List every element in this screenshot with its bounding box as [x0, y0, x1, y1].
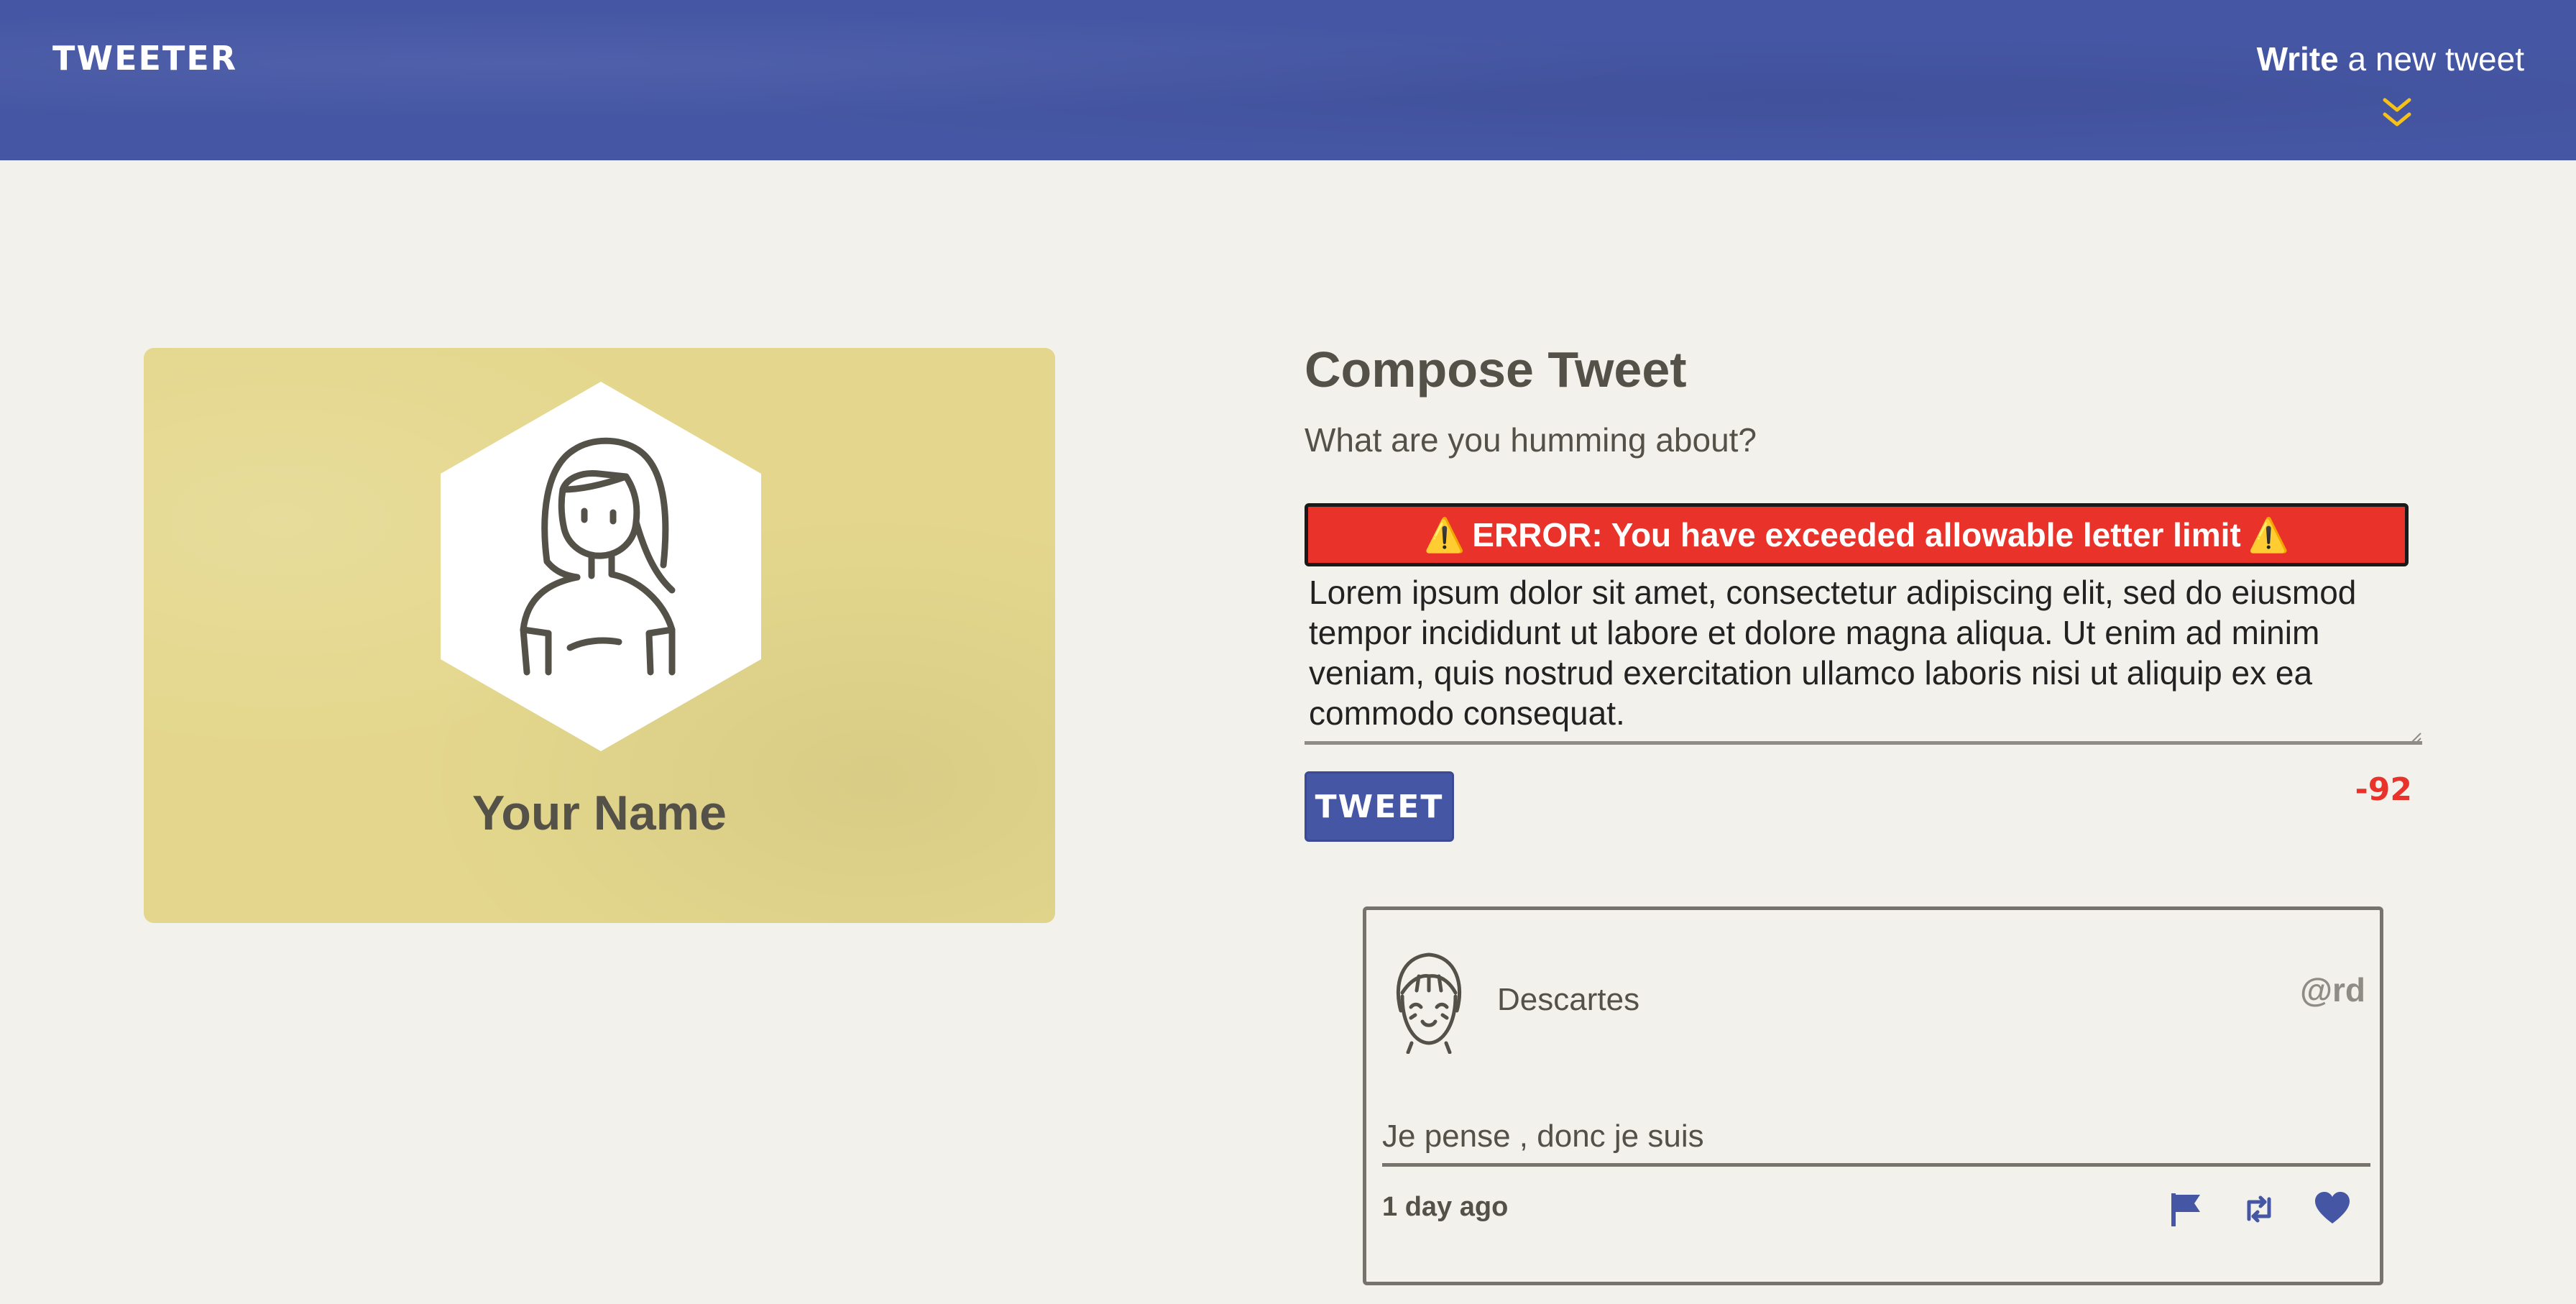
profile-card: Your Name [144, 348, 1055, 923]
compose-title: Compose Tweet [1305, 341, 1687, 398]
tweet-author-name: Descartes [1497, 982, 1640, 1017]
retweet-icon[interactable] [2240, 1190, 2278, 1228]
tweet-content: Je pense , donc je suis [1382, 1119, 2370, 1167]
write-rest-label: a new tweet [2347, 40, 2524, 78]
tweet-textarea[interactable] [1305, 572, 2422, 745]
tweet-card: Descartes @rd Je pense , donc je suis 1 … [1363, 906, 2383, 1285]
warning-icon: ⚠️ [2248, 515, 2289, 554]
top-nav: TWEETER Write a new tweet [0, 0, 2576, 160]
flag-icon[interactable] [2167, 1190, 2204, 1228]
tweet-actions [2167, 1190, 2351, 1228]
tweet-timestamp: 1 day ago [1382, 1192, 1509, 1222]
author-avatar-icon [1396, 952, 1462, 1054]
tweet-button[interactable]: TWEET [1305, 771, 1454, 842]
write-tweet-link[interactable]: Write a new tweet [2257, 40, 2524, 78]
brand-logo[interactable]: TWEETER [52, 39, 237, 78]
write-strong-label: Write [2256, 40, 2339, 78]
warning-icon: ⚠️ [1424, 515, 1466, 554]
heart-icon[interactable] [2314, 1190, 2351, 1228]
double-chevron-down-icon[interactable] [2382, 96, 2412, 130]
compose-subtitle: What are you humming about? [1305, 421, 1757, 459]
error-message: ERROR: You have exceeded allowable lette… [1472, 516, 2241, 554]
resize-grip-icon[interactable] [2408, 730, 2422, 745]
tweet-author-handle: @rd [2300, 971, 2365, 1009]
error-banner: ⚠️ ERROR: You have exceeded allowable le… [1305, 503, 2409, 566]
profile-name: Your Name [472, 786, 727, 840]
female-avatar-icon [441, 382, 761, 751]
character-counter: -92 [2355, 771, 2413, 808]
